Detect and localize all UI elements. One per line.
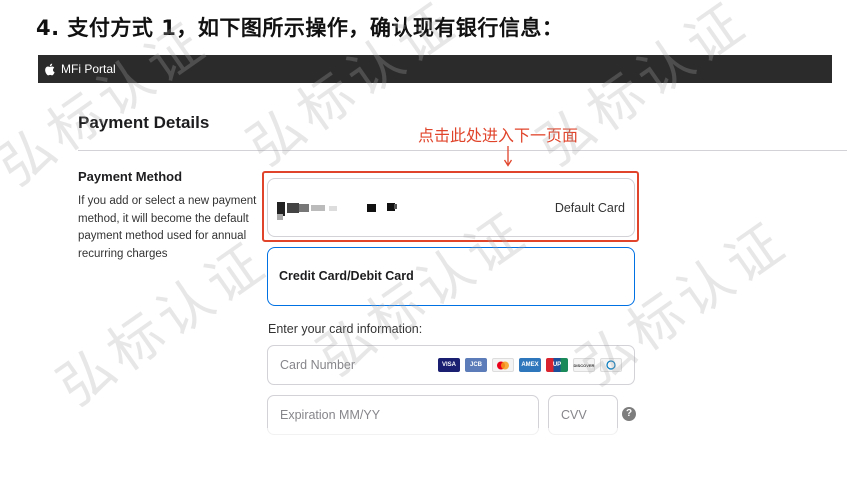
credit-debit-card-option[interactable]: Credit Card/Debit Card [267, 247, 635, 306]
payment-method-description: If you add or select a new payment metho… [78, 195, 257, 260]
payment-method-label: Payment Method [78, 169, 183, 184]
card-number-input[interactable]: Card Number VISA JCB AMEX UP DISCOVER [267, 345, 635, 385]
card-brand-logos: VISA JCB AMEX UP DISCOVER [438, 358, 622, 372]
portal-topbar: MFi Portal [38, 55, 832, 83]
cvv-placeholder: CVV [561, 408, 587, 422]
annotation-arrow-icon [503, 146, 513, 167]
section-divider [78, 150, 847, 151]
step-heading: 4. 支付方式 1，如下图所示操作，确认现有银行信息： [36, 16, 564, 40]
expiration-placeholder: Expiration MM/YY [280, 408, 381, 422]
card-number-placeholder: Card Number [280, 358, 356, 372]
cvv-help-icon[interactable]: ? [622, 407, 636, 421]
discover-logo: DISCOVER [573, 358, 595, 372]
annotation-text: 点击此处进入下一页面 [418, 126, 579, 145]
bottom-fade [0, 428, 847, 496]
jcb-logo: JCB [465, 358, 487, 372]
card-info-intro: Enter your card information: [268, 322, 423, 336]
page-title: Payment Details [78, 113, 210, 132]
visa-logo: VISA [438, 358, 460, 372]
credit-debit-card-label: Credit Card/Debit Card [279, 269, 414, 283]
unionpay-logo: UP [546, 358, 568, 372]
portal-title[interactable]: MFi Portal [61, 62, 116, 76]
diners-logo [600, 358, 622, 372]
annotation-highlight-box [262, 171, 639, 242]
apple-icon[interactable] [44, 63, 57, 76]
mastercard-logo [492, 358, 514, 372]
amex-logo: AMEX [519, 358, 541, 372]
